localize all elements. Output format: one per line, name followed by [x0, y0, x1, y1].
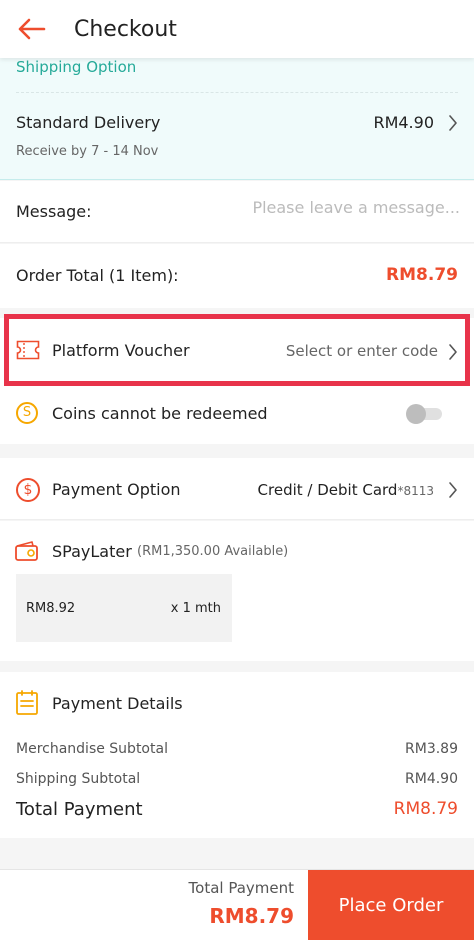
payment-option-row[interactable]: $ Payment Option Credit / Debit Card*811… — [0, 458, 474, 520]
plan-term: x 1 mth — [170, 601, 221, 616]
merchandise-subtotal-label: Merchandise Subtotal — [16, 741, 168, 757]
total-payment-label: Total Payment — [16, 799, 143, 820]
order-total-label: Order Total (1 Item): — [16, 266, 179, 285]
spaylater-name: SPayLater — [52, 542, 132, 561]
chevron-right-icon — [448, 481, 458, 503]
spaylater-section: SPayLater (RM1,350.00 Available) RM8.92 … — [0, 521, 474, 661]
payment-option-value: Credit / Debit Card*8113 — [258, 481, 434, 499]
total-payment-value: RM8.79 — [393, 799, 458, 819]
shipping-option-section[interactable]: Shipping Option Standard Delivery RM4.90… — [0, 58, 474, 180]
payment-option-label: Payment Option — [52, 480, 181, 499]
spaylater-available: (RM1,350.00 Available) — [137, 544, 289, 559]
shipping-subtotal-value: RM4.90 — [405, 771, 458, 787]
plan-amount: RM8.92 — [26, 601, 76, 616]
message-label: Message: — [16, 202, 92, 221]
shipping-subtotal-label: Shipping Subtotal — [16, 771, 141, 787]
shipping-option-label: Shipping Option — [16, 58, 137, 76]
footer-total-label: Total Payment — [188, 879, 294, 897]
merchandise-subtotal-value: RM3.89 — [405, 741, 458, 757]
coin-icon: S — [16, 402, 38, 424]
page-title: Checkout — [74, 16, 177, 42]
coins-label: Coins cannot be redeemed — [52, 404, 268, 423]
card-suffix: *8113 — [397, 484, 434, 498]
toggle-knob — [406, 404, 426, 424]
order-total-value: RM8.79 — [386, 265, 458, 285]
shipping-eta: Receive by 7 - 14 Nov — [16, 144, 159, 159]
app-header: Checkout — [0, 0, 474, 58]
checkout-footer: Total Payment RM8.79 Place Order — [0, 869, 474, 945]
order-total-row: Order Total (1 Item): RM8.79 — [0, 244, 474, 308]
coins-row: S Coins cannot be redeemed — [0, 382, 474, 444]
voucher-highlight-box — [4, 314, 470, 386]
message-input[interactable] — [220, 198, 460, 217]
shipping-divider — [16, 92, 458, 93]
back-arrow-icon[interactable] — [16, 14, 46, 44]
dollar-icon: $ — [16, 478, 40, 502]
shipping-price: RM4.90 — [373, 113, 434, 132]
payment-details-title: Payment Details — [52, 694, 183, 713]
installment-plan-card[interactable]: RM8.92 x 1 mth — [16, 574, 232, 642]
footer-total-value: RM8.79 — [209, 904, 294, 928]
coins-toggle[interactable] — [406, 404, 442, 424]
chevron-right-icon — [448, 114, 458, 136]
receipt-icon — [15, 690, 39, 720]
payment-method: Credit / Debit Card — [257, 481, 398, 499]
shipping-method: Standard Delivery — [16, 113, 161, 132]
place-order-button[interactable]: Place Order — [308, 870, 474, 940]
payment-details-section: Payment Details Merchandise Subtotal RM3… — [0, 672, 474, 838]
spaylater-wallet-icon — [14, 540, 40, 566]
message-row: Message: — [0, 181, 474, 243]
